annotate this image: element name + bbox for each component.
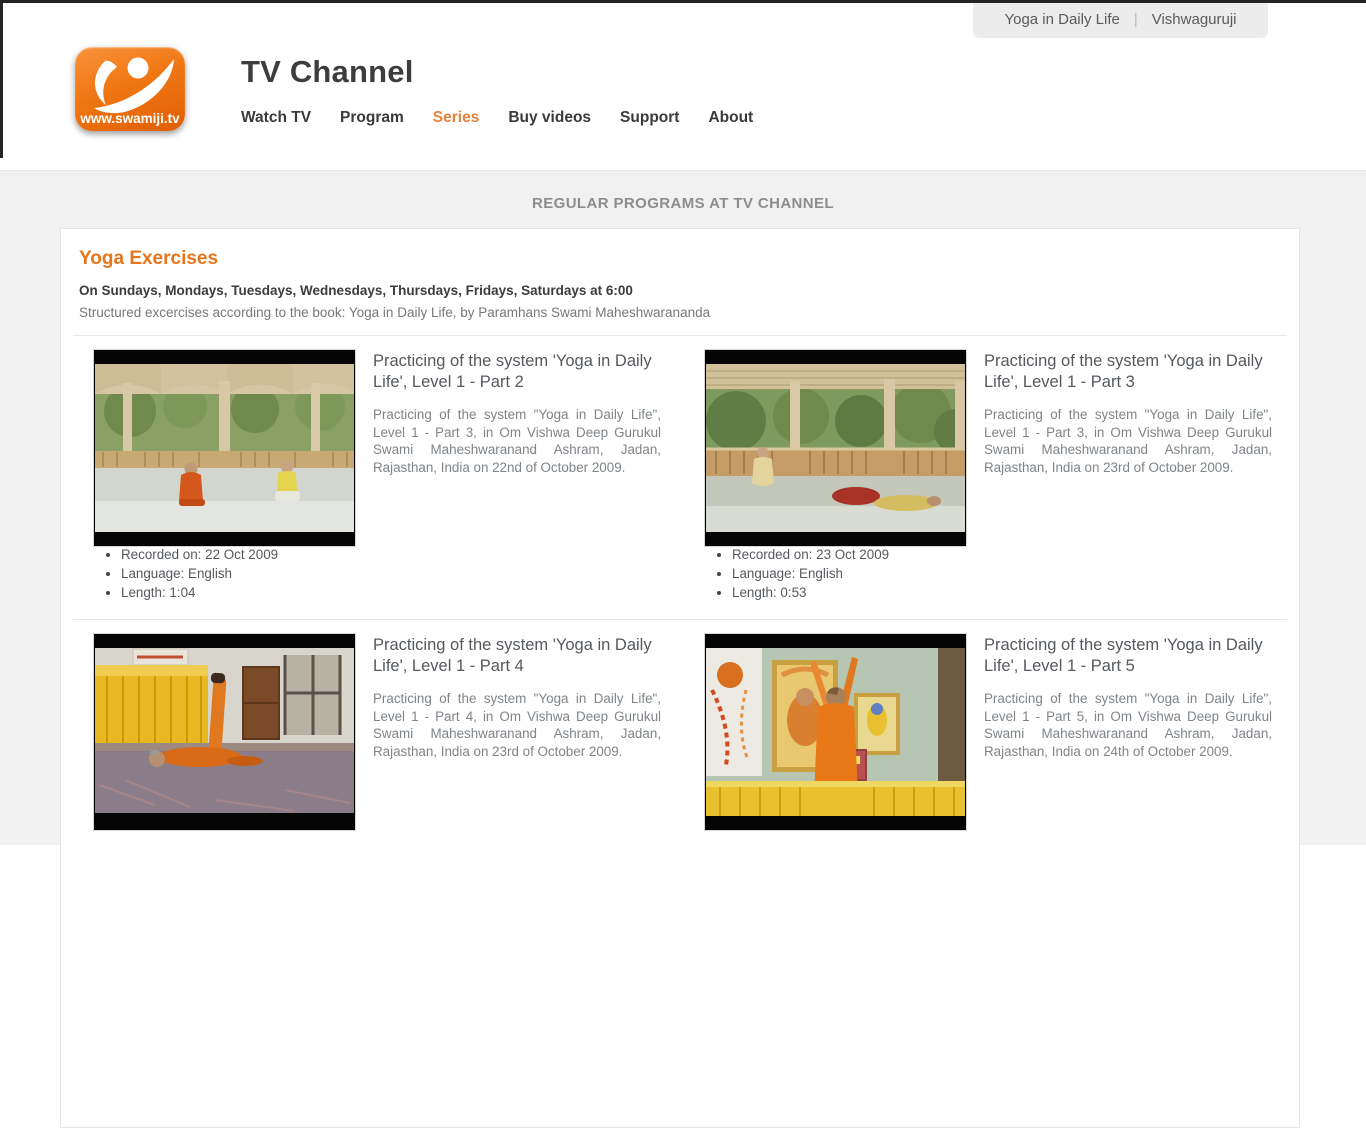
nav-support[interactable]: Support bbox=[620, 109, 679, 127]
video-text: Practicing of the system 'Yoga in Daily … bbox=[984, 633, 1272, 761]
video-description: Practicing of the system "Yoga in Daily … bbox=[984, 690, 1272, 761]
nav-about[interactable]: About bbox=[708, 109, 753, 127]
video-item: Practicing of the system 'Yoga in Daily … bbox=[704, 349, 1272, 604]
meta-value: English bbox=[188, 566, 232, 581]
program-schedule: On Sundays, Mondays, Tuesdays, Wednesday… bbox=[79, 283, 1281, 298]
video-meta-list: Recorded on: 22 Oct 2009 Language: Engli… bbox=[93, 547, 661, 600]
window-top-edge bbox=[0, 0, 1366, 3]
video-title[interactable]: Practicing of the system 'Yoga in Daily … bbox=[373, 351, 661, 394]
video-grid-row-2: Practicing of the system 'Yoga in Daily … bbox=[61, 620, 1299, 831]
video-title[interactable]: Practicing of the system 'Yoga in Daily … bbox=[984, 351, 1272, 394]
main-nav: Watch TV Program Series Buy videos Suppo… bbox=[241, 109, 753, 127]
video-item: Practicing of the system 'Yoga in Daily … bbox=[93, 349, 661, 604]
logo-text: www.swamiji.tv bbox=[79, 111, 180, 126]
video-grid-row-1: Practicing of the system 'Yoga in Daily … bbox=[61, 336, 1299, 604]
video-recorded-on: Recorded on: 22 Oct 2009 bbox=[121, 547, 661, 562]
section-title: REGULAR PROGRAMS AT TV CHANNEL bbox=[0, 195, 1366, 212]
video-description: Practicing of the system "Yoga in Daily … bbox=[984, 406, 1272, 477]
video-length: Length: 1:04 bbox=[121, 585, 661, 600]
window-left-edge bbox=[0, 0, 3, 158]
video-thumbnail[interactable] bbox=[93, 349, 356, 547]
meta-label: Recorded on: bbox=[121, 547, 201, 562]
video-meta-list: Recorded on: 23 Oct 2009 Language: Engli… bbox=[704, 547, 1272, 600]
swamiji-tv-logo[interactable]: www.swamiji.tv bbox=[75, 47, 185, 131]
site-header: Yoga in Daily Life | Vishwaguruji www.sw… bbox=[0, 0, 1366, 170]
pavilion-lying-figures-scene bbox=[706, 351, 965, 545]
indoor-arms-raised-scene bbox=[706, 635, 965, 829]
video-thumbnail[interactable] bbox=[704, 633, 967, 831]
video-thumbnail[interactable] bbox=[704, 349, 967, 547]
page-title: TV Channel bbox=[241, 54, 414, 90]
meta-label: Language: bbox=[732, 566, 795, 581]
meta-value: 0:53 bbox=[780, 585, 806, 600]
top-links-bar: Yoga in Daily Life | Vishwaguruji bbox=[973, 0, 1268, 38]
video-length: Length: 0:53 bbox=[732, 585, 1272, 600]
meta-value: 22 Oct 2009 bbox=[205, 547, 278, 562]
video-item: Practicing of the system 'Yoga in Daily … bbox=[704, 633, 1272, 831]
video-item: Practicing of the system 'Yoga in Daily … bbox=[93, 633, 661, 831]
meta-value: English bbox=[799, 566, 843, 581]
content-section: REGULAR PROGRAMS AT TV CHANNEL Yoga Exer… bbox=[0, 170, 1366, 845]
meta-label: Recorded on: bbox=[732, 547, 812, 562]
top-link-yoga-in-daily-life[interactable]: Yoga in Daily Life bbox=[1004, 11, 1119, 28]
nav-watch-tv[interactable]: Watch TV bbox=[241, 109, 311, 127]
programs-card: Yoga Exercises On Sundays, Mondays, Tues… bbox=[60, 228, 1300, 1128]
pavilion-two-kneeling-scene bbox=[95, 351, 354, 545]
video-text: Practicing of the system 'Yoga in Daily … bbox=[373, 633, 661, 761]
indoor-legs-raised-scene bbox=[95, 635, 354, 829]
video-text: Practicing of the system 'Yoga in Daily … bbox=[373, 349, 661, 477]
nav-buy-videos[interactable]: Buy videos bbox=[508, 109, 591, 127]
nav-series[interactable]: Series bbox=[433, 109, 480, 127]
meta-label: Length: bbox=[121, 585, 166, 600]
video-title[interactable]: Practicing of the system 'Yoga in Daily … bbox=[373, 635, 661, 678]
swamiji-face-icon: www.swamiji.tv bbox=[75, 47, 185, 131]
program-subtitle: Structured excercises according to the b… bbox=[79, 305, 1281, 320]
top-link-vishwaguruji[interactable]: Vishwaguruji bbox=[1152, 11, 1237, 28]
video-language: Language: English bbox=[732, 566, 1272, 581]
program-title[interactable]: Yoga Exercises bbox=[79, 248, 1281, 270]
video-description: Practicing of the system "Yoga in Daily … bbox=[373, 406, 661, 477]
meta-label: Language: bbox=[121, 566, 184, 581]
meta-value: 23 Oct 2009 bbox=[816, 547, 889, 562]
video-language: Language: English bbox=[121, 566, 661, 581]
meta-value: 1:04 bbox=[169, 585, 195, 600]
video-title[interactable]: Practicing of the system 'Yoga in Daily … bbox=[984, 635, 1272, 678]
meta-label: Length: bbox=[732, 585, 777, 600]
top-links-separator: | bbox=[1134, 11, 1138, 28]
video-recorded-on: Recorded on: 23 Oct 2009 bbox=[732, 547, 1272, 562]
nav-program[interactable]: Program bbox=[340, 109, 404, 127]
video-text: Practicing of the system 'Yoga in Daily … bbox=[984, 349, 1272, 477]
video-thumbnail[interactable] bbox=[93, 633, 356, 831]
video-description: Practicing of the system "Yoga in Daily … bbox=[373, 690, 661, 761]
